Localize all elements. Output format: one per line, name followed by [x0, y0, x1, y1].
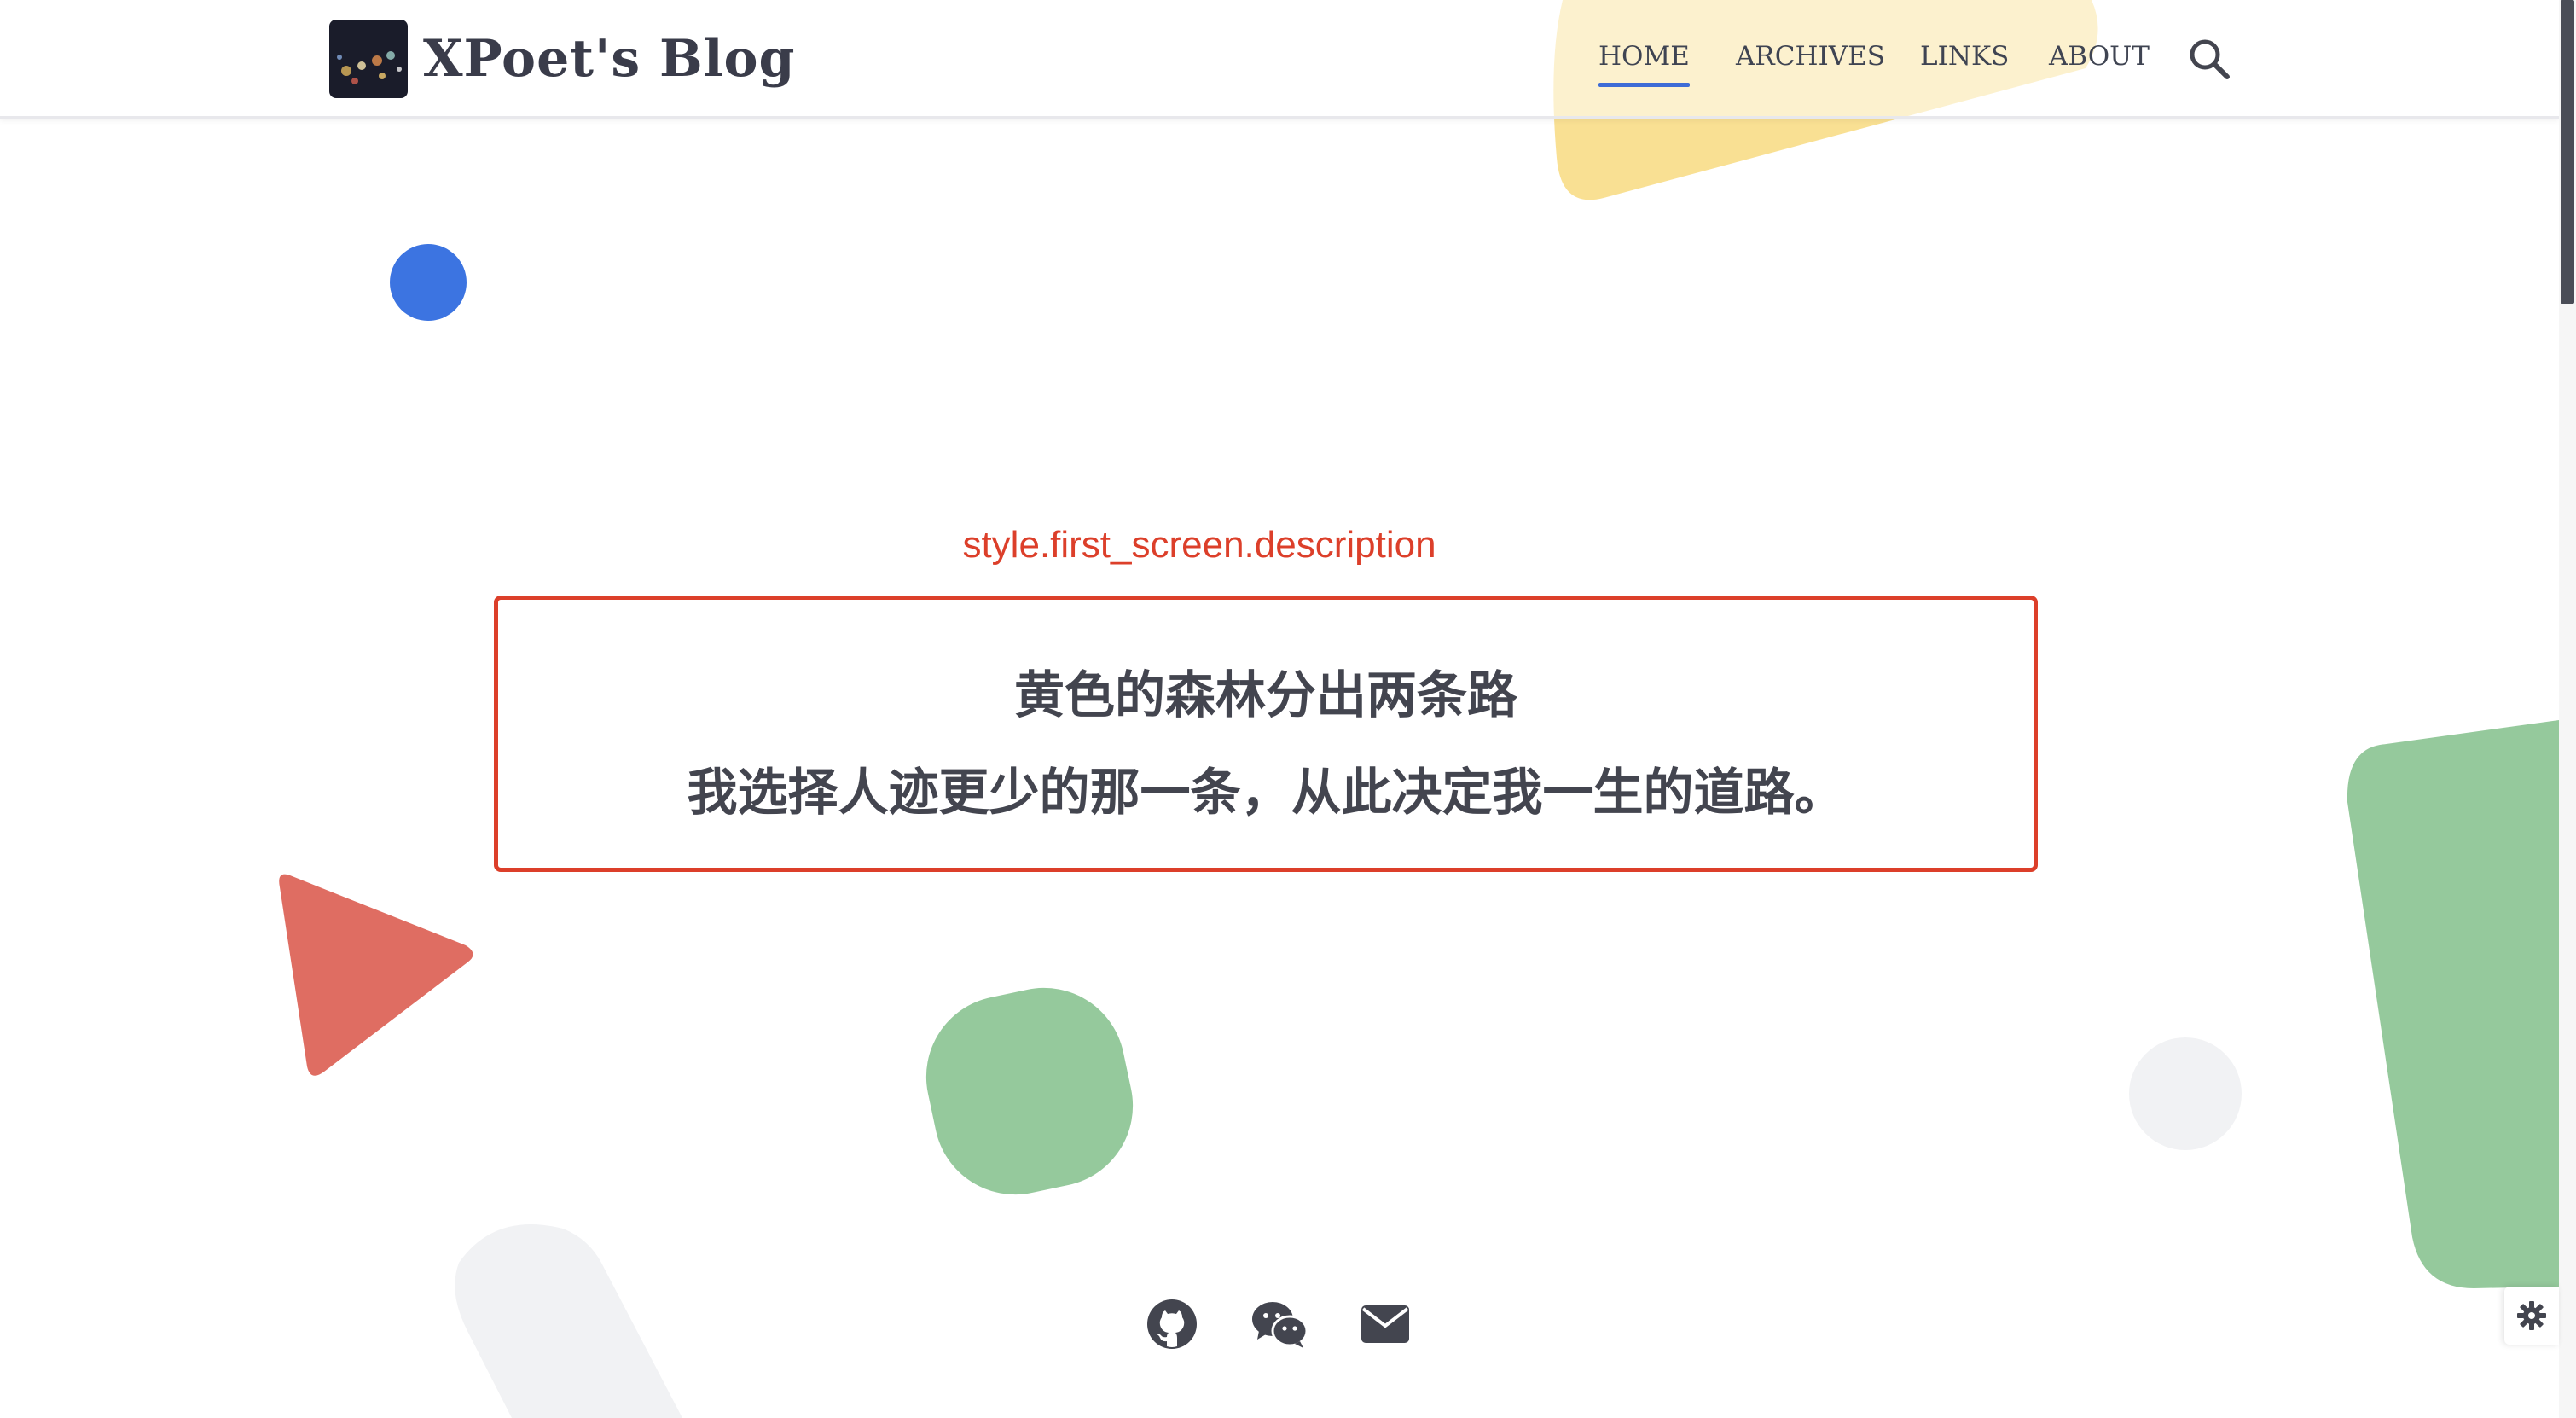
nav-item-home[interactable]: HOME: [1598, 41, 1690, 87]
site-logo-icon: [329, 20, 408, 98]
nav-item-archives[interactable]: ARCHIVES: [1736, 41, 1885, 72]
nav-item-about[interactable]: ABOUT: [2049, 41, 2150, 72]
description-annotation-label: style.first_screen.description: [962, 524, 1436, 566]
description-box: 黄色的森林分出两条路 我选择人迹更少的那一条，从此决定我一生的道路。: [494, 596, 2038, 872]
red-triangle-shape: [279, 874, 473, 1076]
scrollbar[interactable]: [2559, 0, 2576, 1418]
gray-circle-shape: [2129, 1037, 2242, 1150]
green-rect-shape: [2347, 720, 2559, 1288]
email-link[interactable]: [1358, 1297, 1413, 1351]
github-link[interactable]: [1145, 1297, 1199, 1351]
site-logo-link[interactable]: XPoet's Blog: [329, 20, 795, 98]
wechat-link[interactable]: [1250, 1297, 1308, 1351]
description-line-1: 黄色的森林分出两条路: [1013, 665, 1517, 724]
blue-circle-shape: [390, 244, 467, 321]
search-icon: [2190, 39, 2230, 79]
description-line-2: 我选择人迹更少的那一条，从此决定我一生的道路。: [687, 763, 1845, 822]
green-blob-shape: [925, 987, 1134, 1195]
settings-button[interactable]: [2504, 1287, 2559, 1345]
page: XPoet's Blog HOME ARCHIVES LINKS ABOUT s…: [0, 0, 2576, 1418]
gear-icon: [2517, 1301, 2546, 1330]
scrollbar-thumb[interactable]: [2561, 0, 2574, 304]
header: XPoet's Blog HOME ARCHIVES LINKS ABOUT: [0, 0, 2559, 119]
search-button[interactable]: [2186, 36, 2232, 82]
nav-item-links[interactable]: LINKS: [1920, 41, 2009, 72]
wechat-icon: [1252, 1302, 1308, 1348]
email-icon: [1361, 1305, 1409, 1343]
site-title: XPoet's Blog: [423, 29, 796, 89]
gray-pill-shape: [455, 1224, 682, 1418]
github-icon: [1147, 1299, 1197, 1349]
